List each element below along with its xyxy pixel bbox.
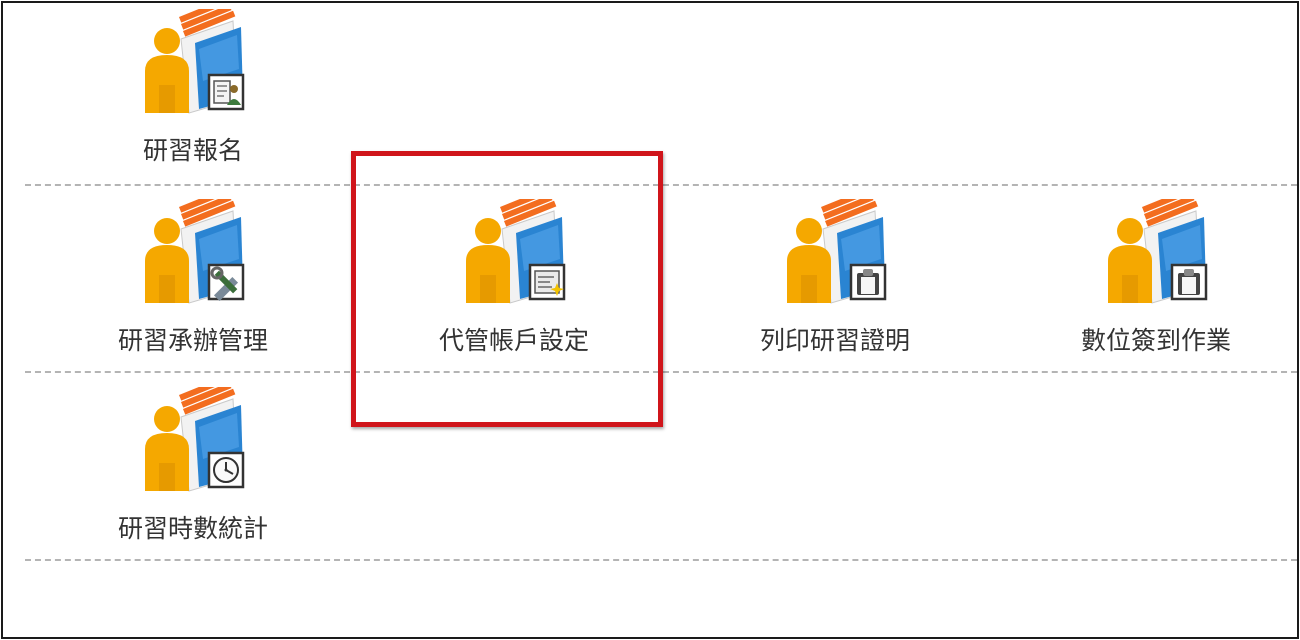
organizer-tools-icon [145,199,245,304]
account-settings-icon [466,199,566,304]
menu-item-label: 代管帳戶設定 [438,326,589,355]
menu-item-label: 列印研習證明 [759,326,910,355]
menu-panel: 研習報名 研習承辦管理 代管帳戶設定 列印研習證明 數位簽到作業 研習時數統計 [1,1,1299,639]
menu-item-registration[interactable]: 研習報名 [93,9,293,179]
menu-item-print-certificate[interactable]: 列印研習證明 [735,199,935,369]
hours-statistics-icon [145,387,245,492]
menu-item-digital-signin[interactable]: 數位簽到作業 [1056,199,1256,369]
row-divider [25,184,1297,186]
menu-item-organizer-management[interactable]: 研習承辦管理 [93,199,293,369]
print-certificate-icon [787,199,887,304]
menu-item-label: 研習承辦管理 [117,326,268,355]
registration-icon [145,9,245,114]
digital-signin-icon [1108,199,1208,304]
menu-item-hours-statistics[interactable]: 研習時數統計 [93,387,293,557]
row-divider [25,371,1297,373]
menu-item-proxy-account-settings[interactable]: 代管帳戶設定 [414,199,614,369]
menu-item-label: 研習時數統計 [117,514,268,543]
row-divider [25,559,1297,561]
menu-item-label: 研習報名 [142,136,243,165]
menu-item-label: 數位簽到作業 [1080,326,1231,355]
